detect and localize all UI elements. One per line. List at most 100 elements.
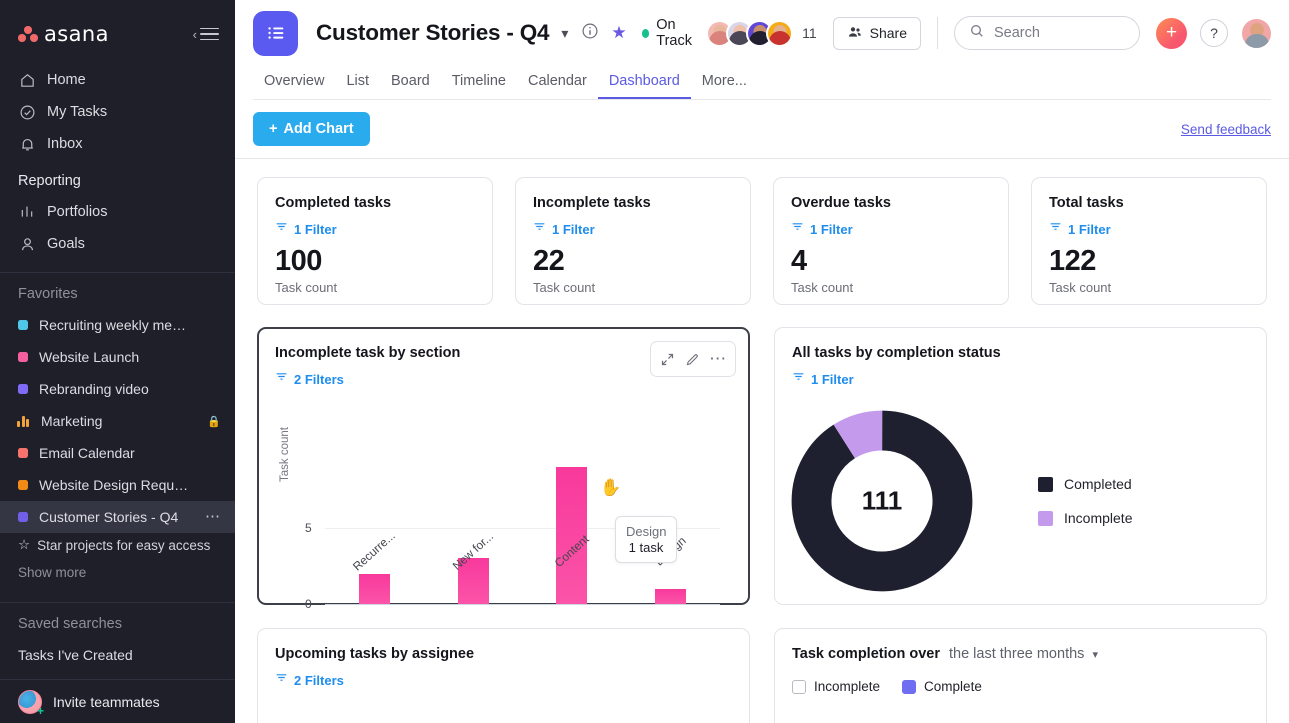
donut-legend: Completed Incomplete	[1038, 476, 1132, 526]
sidebar-item-tasks-ive-created[interactable]: Tasks I've Created	[0, 639, 235, 671]
bell-icon	[18, 135, 36, 153]
search-placeholder: Search	[994, 25, 1040, 41]
pencil-icon[interactable]	[682, 352, 704, 367]
sidebar-favorites: Favorites Recruiting weekly me… Website …	[0, 273, 235, 588]
star-icon[interactable]: ★	[611, 23, 626, 43]
user-avatar[interactable]	[1242, 19, 1271, 48]
sidebar-item-label: My Tasks	[47, 104, 107, 120]
sidebar-item-inbox[interactable]: Inbox	[0, 128, 235, 160]
tooltip-label: Design	[626, 524, 666, 539]
tab-timeline[interactable]: Timeline	[441, 74, 517, 100]
chart-card-all-tasks-by-completion-status[interactable]: All tasks by completion status 1 Filter …	[774, 327, 1267, 605]
bar-slot	[523, 398, 622, 604]
send-feedback-link[interactable]: Send feedback	[1181, 122, 1271, 137]
chart-title: All tasks by completion status	[792, 345, 1249, 361]
filter-button[interactable]: 1 Filter	[275, 220, 475, 238]
bar-recurre[interactable]	[359, 574, 390, 604]
info-circle-icon[interactable]	[581, 22, 599, 45]
asana-logo[interactable]: asana	[18, 22, 109, 46]
filter-button[interactable]: 2 Filters	[275, 671, 732, 689]
share-button[interactable]: Share	[833, 17, 921, 50]
sidebar-item-my-tasks[interactable]: My Tasks	[0, 96, 235, 128]
stat-subtitle: Task count	[275, 280, 475, 295]
legend-label: Complete	[924, 679, 982, 694]
stat-value: 22	[533, 246, 733, 276]
sidebar-item-website-design-requests[interactable]: Website Design Requ…	[0, 469, 235, 501]
chevron-down-icon[interactable]: ▾	[561, 25, 568, 42]
filter-button[interactable]: 1 Filter	[792, 370, 1249, 388]
chart-card-task-completion-over-time[interactable]: Task completion over the last three mont…	[774, 628, 1267, 723]
favorite-label: Email Calendar	[39, 445, 221, 461]
legend-label: Incomplete	[814, 679, 880, 694]
x-axis-line	[325, 604, 720, 605]
favorite-label: Website Launch	[39, 349, 221, 365]
stat-value: 100	[275, 246, 475, 276]
stat-title: Incomplete tasks	[533, 195, 733, 211]
tab-calendar[interactable]: Calendar	[517, 74, 598, 100]
bottom-cards-row: Upcoming tasks by assignee 2 Filters Tas…	[257, 628, 1267, 723]
sidebar-item-marketing[interactable]: Marketing 🔒	[0, 405, 235, 437]
filter-button[interactable]: 1 Filter	[1049, 220, 1249, 238]
legend-item-completed[interactable]: Completed	[1038, 476, 1132, 492]
person-target-icon	[18, 235, 36, 253]
sidebar-item-home[interactable]: Home	[0, 64, 235, 96]
chart-card-actions: ⋯	[650, 341, 736, 377]
time-range-dropdown[interactable]: the last three months ▾	[949, 646, 1098, 662]
stat-card-total-tasks: Total tasks 1 Filter 122 Task count	[1031, 177, 1267, 305]
more-options-icon[interactable]: ⋯	[707, 356, 729, 362]
filter-button[interactable]: 1 Filter	[791, 220, 991, 238]
share-label: Share	[870, 25, 907, 41]
sidebar-item-portfolios[interactable]: Portfolios	[0, 196, 235, 228]
filter-button[interactable]: 1 Filter	[533, 220, 733, 238]
stat-title: Total tasks	[1049, 195, 1249, 211]
search-input[interactable]: Search	[954, 16, 1140, 50]
status-badge[interactable]: On Track	[642, 17, 706, 49]
chart-card-upcoming-tasks-by-assignee[interactable]: Upcoming tasks by assignee 2 Filters	[257, 628, 750, 723]
collapse-sidebar-button[interactable]: ‹	[193, 24, 219, 45]
tab-dashboard[interactable]: Dashboard	[598, 74, 691, 100]
people-icon	[847, 24, 863, 43]
stat-value: 122	[1049, 246, 1249, 276]
sidebar-header: asana ‹	[0, 0, 235, 56]
legend-item-complete[interactable]: Complete	[902, 679, 982, 694]
invite-avatar-icon	[18, 690, 42, 714]
filter-label: 2 Filters	[294, 372, 344, 387]
sidebar-item-rebranding-video[interactable]: Rebranding video	[0, 373, 235, 405]
bar-design[interactable]	[655, 589, 686, 604]
x-label-slot: Content	[523, 544, 622, 558]
star-projects-hint[interactable]: ☆ Star projects for easy access	[0, 533, 235, 557]
sidebar-item-customer-stories-q4[interactable]: Customer Stories - Q4 ⋯	[0, 501, 235, 533]
chart-card-incomplete-task-by-section[interactable]: Incomplete task by section 2 Filters ⋯	[257, 327, 750, 605]
divider	[937, 17, 938, 49]
sidebar-item-goals[interactable]: Goals	[0, 228, 235, 260]
search-icon	[969, 23, 985, 44]
member-avatars[interactable]	[706, 20, 793, 47]
x-label-slot: New for...	[424, 544, 523, 558]
star-outline-icon: ☆	[18, 537, 30, 553]
list-icon	[253, 11, 298, 56]
favorite-label: Recruiting weekly me…	[39, 317, 221, 333]
sidebar-item-website-launch[interactable]: Website Launch	[0, 341, 235, 373]
tab-more[interactable]: More...	[691, 74, 758, 100]
filter-label: 1 Filter	[294, 222, 337, 237]
sidebar-item-recruiting-weekly[interactable]: Recruiting weekly me…	[0, 309, 235, 341]
top-bar-right: 11 Share Search +	[706, 16, 1271, 50]
show-more-button[interactable]: Show more	[0, 557, 235, 588]
tab-board[interactable]: Board	[380, 74, 441, 100]
avatar[interactable]	[766, 20, 793, 47]
tab-overview[interactable]: Overview	[253, 74, 335, 100]
sidebar-item-label: Portfolios	[47, 204, 107, 220]
sidebar-item-email-calendar[interactable]: Email Calendar	[0, 437, 235, 469]
legend-item-incomplete[interactable]: Incomplete	[792, 679, 880, 694]
more-options-icon[interactable]: ⋯	[205, 513, 221, 521]
invite-teammates-button[interactable]: Invite teammates	[0, 679, 235, 723]
expand-icon[interactable]	[657, 352, 679, 367]
legend-item-incomplete[interactable]: Incomplete	[1038, 510, 1132, 526]
create-button[interactable]: +	[1156, 18, 1187, 49]
tab-list[interactable]: List	[335, 74, 380, 100]
help-button[interactable]: ?	[1200, 19, 1228, 47]
filter-icon	[275, 671, 288, 689]
legend-label: Completed	[1064, 476, 1132, 492]
add-chart-button[interactable]: + Add Chart	[253, 112, 370, 146]
stat-title: Overdue tasks	[791, 195, 991, 211]
